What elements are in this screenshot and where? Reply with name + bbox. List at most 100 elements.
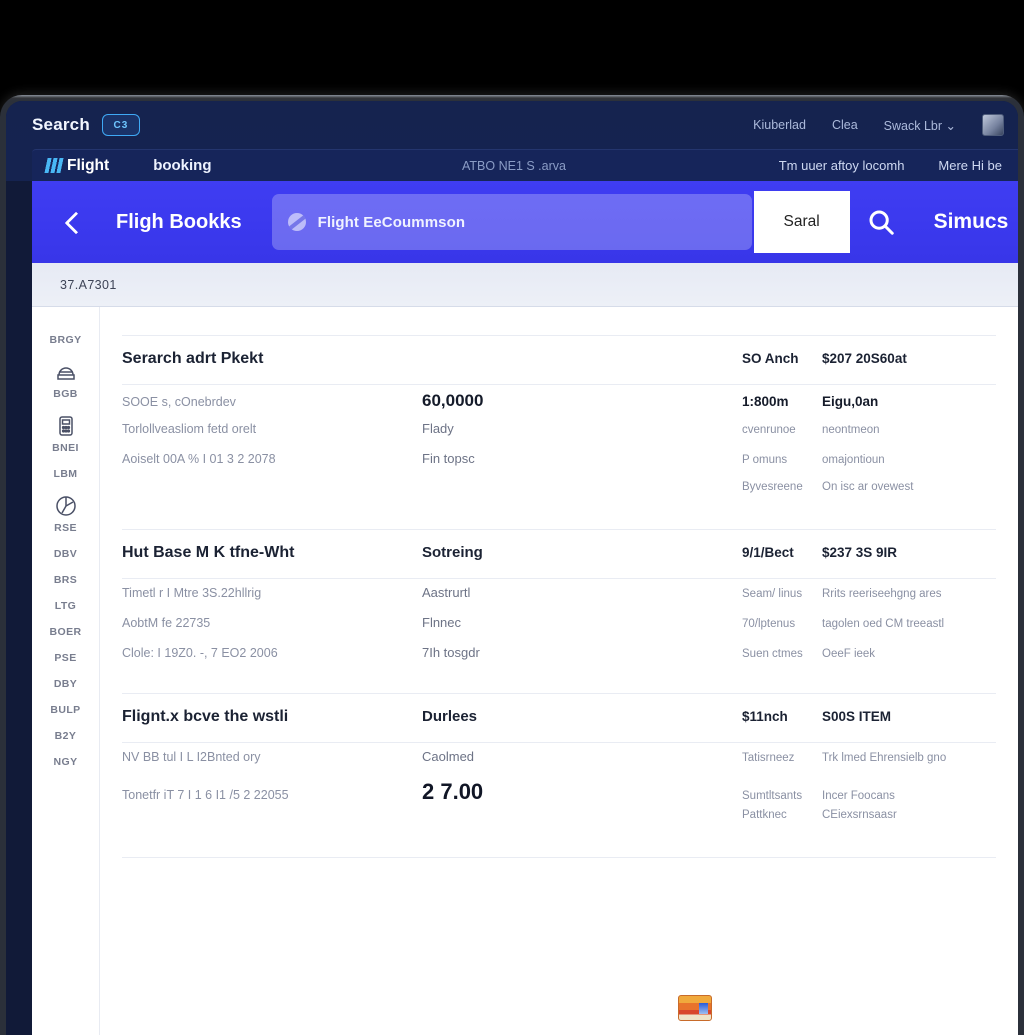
calculator-icon — [54, 414, 78, 438]
row-cell-value: Fin topsc — [422, 451, 475, 466]
header-sub-link-2[interactable]: Mere Hi be — [938, 158, 1002, 173]
sidebar-item-dby[interactable]: DBY — [32, 671, 99, 697]
search-input[interactable]: Flight EeCoummson — [271, 194, 752, 250]
sidebar-item-label: BGB — [53, 388, 78, 400]
sidebar-item-label: BNEI — [52, 442, 79, 454]
sidebar-item-brs[interactable]: BRS — [32, 567, 99, 593]
avatar[interactable] — [982, 114, 1004, 136]
sidebar-item-bnei[interactable]: BNEI — [32, 407, 99, 461]
sidebar-item-dbv[interactable]: DBV — [32, 541, 99, 567]
search-band: Fligh Bookks Flight EeCoummson Saral Sim… — [32, 181, 1018, 263]
row-cell-meta: Seam/ linus — [742, 588, 803, 600]
section-body: NV BB tul I L I2Bnted ory Caolmed Tatisrne… — [100, 743, 1018, 857]
section-body: Timetl r I Mtre 3S.22hllrig Aastrurtl Seam… — [100, 579, 1018, 693]
section-header[interactable]: Hut Base M K tfne-Wht Sotreing 9/1/Bect $23… — [100, 530, 1018, 578]
row-cell-detail: CEiexsrnsaasr — [822, 809, 897, 821]
search-field-leading-icon — [287, 213, 306, 231]
search-icon[interactable] — [850, 191, 912, 253]
header-link-3[interactable]: Swack Lbr ⌄ — [884, 118, 956, 133]
row-cell-label: Timetl r I Mtre 3S.22hllrig — [122, 586, 262, 600]
row-cell-detail: neontmeon — [822, 424, 880, 436]
breadcrumb: 37.A7301 — [32, 263, 1018, 307]
scroll-fade — [100, 1021, 1018, 1035]
sidebar-item-label: DBY — [53, 678, 78, 690]
row-cell-meta: P omuns — [742, 454, 788, 466]
table-row[interactable]: AobtM fe 22735 Flnnec 70/lptenus tagolen oe… — [122, 615, 996, 645]
sidebar-item-label: B2Y — [54, 730, 77, 742]
row-cell-label: AobtM fe 22735 — [122, 616, 211, 630]
section-header-title: Flignt.x bcve the wstli — [122, 708, 289, 725]
header-link-2[interactable]: Clea — [832, 118, 858, 132]
pie-icon — [54, 494, 78, 518]
sidebar-item-pse[interactable]: PSE — [32, 645, 99, 671]
sidebar-item-label: NGY — [53, 756, 78, 768]
sidebar-item-label: LTG — [54, 600, 77, 612]
row-cell-meta: 1:800m — [742, 394, 789, 409]
brand-logo-icon — [44, 158, 64, 173]
sidebar-item-ltg[interactable]: LTG — [32, 593, 99, 619]
search-badge[interactable]: C3 — [101, 114, 140, 136]
section-header-title: Serarch adrt Pkekt — [122, 350, 264, 367]
chevron-down-icon: ⌄ — [945, 118, 956, 133]
table-row[interactable]: Timetl r I Mtre 3S.22hllrig Aastrurtl Seam… — [122, 585, 996, 615]
thumbnail-card[interactable] — [678, 995, 712, 1021]
table-row[interactable]: Tonetfr iT 7 I 1 6 I1 /5 2 22055 2 7.00 Su… — [122, 779, 996, 809]
sidebar-item-boer[interactable]: BOER — [32, 619, 99, 645]
sidebar-item-bulp[interactable]: BULP — [32, 697, 99, 723]
sidebar-item-brgy[interactable]: BRGY — [32, 327, 99, 353]
table-row[interactable]: NV BB tul I L I2Bnted ory Caolmed Tatisrne… — [122, 749, 996, 779]
header-top-right: Kiuberlad Clea Swack Lbr ⌄ — [753, 114, 1004, 136]
search-input-value: Flight EeCoummson — [317, 213, 466, 231]
sidebar-item-b2y[interactable]: B2Y — [32, 723, 99, 749]
row-cell-label: Tonetfr iT 7 I 1 6 I1 /5 2 22055 — [122, 788, 289, 802]
row-cell-detail: tagolen oed CM treeastl — [822, 618, 945, 630]
section-title: Fligh Bookks — [116, 210, 242, 233]
table-row[interactable]: SOOE s, cOnebrdev 60,0000 1:800m Eigu,0an — [122, 391, 996, 421]
table-row[interactable]: Clole: I 19Z0. -, 7 EO2 2006 7Ih tosgdr Su… — [122, 645, 996, 675]
sidebar-item-lbm[interactable]: LBM — [32, 461, 99, 487]
sidebar-item-label: LBM — [53, 468, 78, 480]
sidebar-item-ngy[interactable]: NGY — [32, 749, 99, 775]
row-cell-label: Aoiselt 00A % I 01 3 2 2078 — [122, 452, 276, 466]
row-cell-detail: Incer Foocans — [822, 790, 895, 802]
back-arrow-icon[interactable] — [62, 209, 88, 235]
header-sub-nav: Flight booking ATBO NE1 S .arva Tm uuer … — [32, 149, 1018, 181]
header-top-bar: Search C3 Kiuberlad Clea Swack Lbr ⌄ — [6, 101, 1018, 149]
row-cell-meta: Pattknec — [742, 809, 787, 821]
header-link-3-label: Swack Lbr — [883, 118, 943, 133]
header-sub-link-1[interactable]: Tm uuer aftoy locomh — [779, 158, 905, 173]
table-row[interactable]: Byvesreene On isc ar ovewest — [122, 481, 996, 511]
sidebar-item-label: BULP — [50, 704, 81, 716]
row-cell-meta: Sumtltsants — [742, 790, 803, 802]
table-row[interactable]: Aoiselt 00A % I 01 3 2 2078 Fin topsc P om… — [122, 451, 996, 481]
section-body: SOOE s, cOnebrdev 60,0000 1:800m Eigu,0an To… — [100, 385, 1018, 529]
device-screen: Search C3 Kiuberlad Clea Swack Lbr ⌄ Fli… — [6, 101, 1018, 1035]
section-header-col-b: $207 20S60at — [822, 351, 907, 366]
sidebar-item-bgb[interactable]: BGB — [32, 353, 99, 407]
sidebar-item-label: BOER — [49, 626, 82, 638]
dome-icon — [54, 360, 78, 384]
row-cell-detail: Trk lmed Ehrensielb gno — [822, 752, 947, 764]
table-row[interactable]: Pattknec CEiexsrnsaasr — [122, 809, 996, 839]
sidebar-item-rse[interactable]: RSE — [32, 487, 99, 541]
section-header-col-a: 9/1/Bect — [742, 545, 794, 560]
row-cell-detail: Eigu,0an — [822, 394, 879, 409]
sidebar-item-label: PSE — [54, 652, 77, 664]
search-submit-button[interactable]: Saral — [753, 191, 850, 253]
nav-item-booking[interactable]: booking — [153, 157, 211, 174]
brand-name: Flight — [67, 156, 110, 174]
section-header[interactable]: Flignt.x bcve the wstli Durlees $11nch S00S… — [100, 694, 1018, 742]
row-cell-detail: omajontioun — [822, 454, 885, 466]
section-header[interactable]: Serarch adrt Pkekt SO Anch $207 20S60at — [100, 336, 1018, 384]
header-sub-middle-text: ATBO NE1 S .arva — [462, 158, 566, 173]
sections-host: Serarch adrt Pkekt SO Anch $207 20S60at SOO… — [100, 336, 1018, 858]
device-bezel: Search C3 Kiuberlad Clea Swack Lbr ⌄ Fli… — [0, 95, 1024, 1035]
row-cell-detail: OeeF ieek — [822, 648, 876, 660]
section-header-col-b: S00S ITEM — [822, 709, 892, 724]
table-row[interactable]: Torlollveasliom fetd orelt Flady cvenrunoe… — [122, 421, 996, 451]
row-cell-detail: Rrits reeriseehgng ares — [822, 588, 942, 600]
header-link-1[interactable]: Kiuberlad — [753, 118, 806, 132]
row-cell-meta: Byvesreene — [742, 481, 803, 493]
sidebar-item-label: RSE — [54, 522, 77, 534]
row-cell-meta: Suen ctmes — [742, 648, 803, 660]
